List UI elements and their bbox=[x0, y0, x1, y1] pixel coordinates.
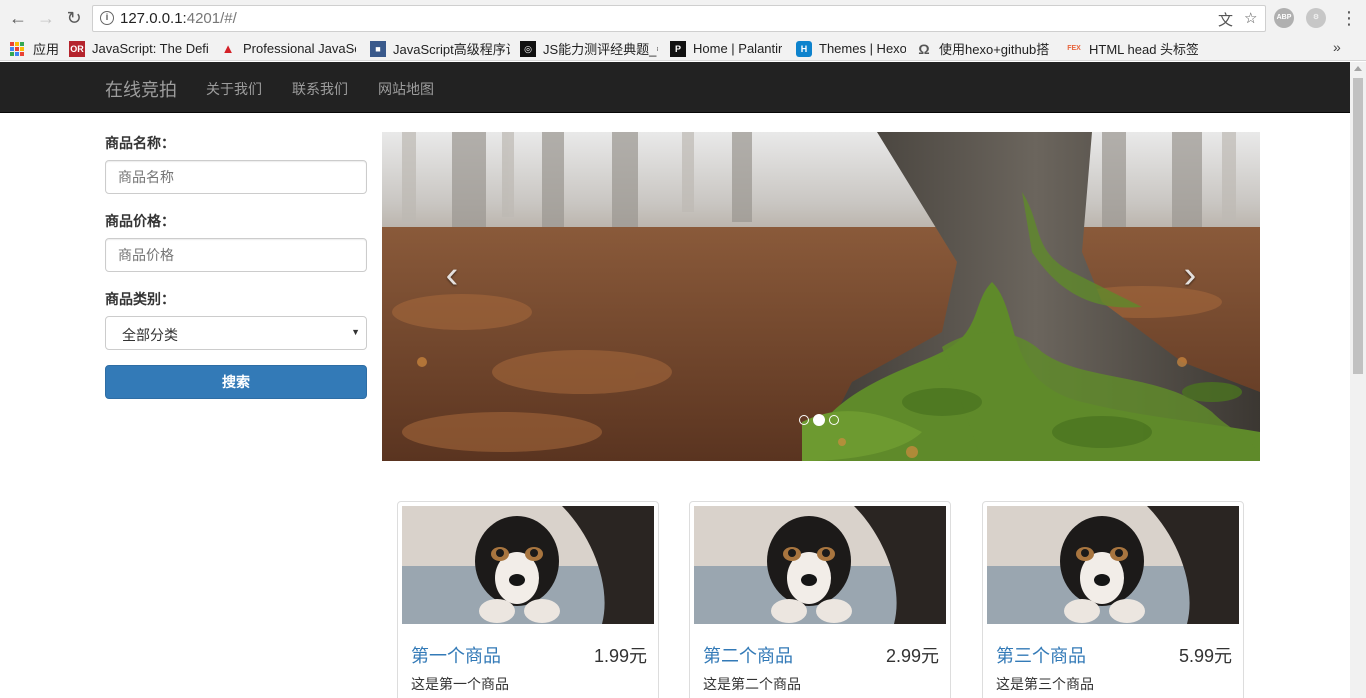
scrollbar-thumb[interactable] bbox=[1353, 78, 1363, 374]
bookmark-star-icon[interactable]: ☆ bbox=[1244, 9, 1257, 27]
carousel-indicator-3[interactable] bbox=[829, 415, 839, 425]
puppy-photo bbox=[402, 506, 654, 624]
top-navbar: 在线竞拍 关于我们 联系我们 网站地图 bbox=[0, 62, 1350, 113]
nav-contact[interactable]: 联系我们 bbox=[292, 79, 348, 99]
product-description: 这是第三个商品 bbox=[996, 676, 1094, 692]
carousel-prev-icon[interactable]: ‹ bbox=[432, 250, 472, 300]
adblock-extension-icon[interactable]: ABP bbox=[1274, 8, 1294, 28]
browser-menu-icon[interactable]: ⋮ bbox=[1340, 6, 1358, 30]
extension-icon[interactable]: ⚙ bbox=[1306, 8, 1326, 28]
product-price: 2.99元 bbox=[885, 646, 939, 666]
address-bar[interactable]: i 127.0.0.1:4201/#/ 文 ☆ bbox=[92, 5, 1266, 32]
product-title-link[interactable]: 第二个商品 bbox=[703, 642, 793, 668]
bookmarks-bar: 应用 OR JavaScript: The Defi ▲ Professiona… bbox=[0, 36, 1366, 61]
more-bookmarks-icon[interactable]: » bbox=[1333, 39, 1341, 55]
hexo-icon: H bbox=[796, 40, 812, 57]
bookmark-hexo-github[interactable]: Ω 使用hexo+github搭 bbox=[916, 40, 1056, 58]
nowcoder-icon: ◎ bbox=[520, 40, 536, 57]
url-text[interactable]: 127.0.0.1:4201/#/ bbox=[120, 10, 237, 27]
product-price: 5.99元 bbox=[1178, 646, 1232, 666]
nav-sitemap[interactable]: 网站地图 bbox=[378, 79, 434, 99]
product-category-select[interactable]: 全部分类 ▼ bbox=[105, 316, 367, 350]
brand-link[interactable]: 在线竞拍 bbox=[105, 76, 177, 102]
bookmark-nowcoder[interactable]: ◎ JS能力测评经典题_牛 bbox=[520, 40, 658, 57]
puppy-photo bbox=[987, 506, 1239, 624]
carousel-indicator-1[interactable] bbox=[799, 415, 809, 425]
product-card: 第三个商品 5.99元 这是第三个商品 bbox=[982, 501, 1244, 698]
product-price-input[interactable] bbox=[105, 238, 367, 272]
carousel-indicator-2[interactable] bbox=[813, 414, 825, 426]
product-name-input[interactable] bbox=[105, 160, 367, 194]
translate-icon[interactable]: 文 bbox=[1218, 9, 1233, 30]
chevron-down-icon: ▼ bbox=[351, 327, 360, 337]
bookmark-javascript-advanced[interactable]: ■ JavaScript高级程序设 bbox=[370, 40, 510, 57]
product-card: 第二个商品 2.99元 这是第二个商品 bbox=[689, 501, 951, 698]
oreilly-icon: OR bbox=[69, 40, 85, 57]
product-description: 这是第一个商品 bbox=[411, 676, 509, 692]
carousel-next-icon[interactable]: › bbox=[1170, 250, 1210, 300]
bookmark-hexo-themes[interactable]: H Themes | Hexo bbox=[796, 40, 906, 57]
palantir-icon: P bbox=[670, 40, 686, 57]
puppy-image[interactable] bbox=[402, 506, 654, 624]
forward-icon[interactable]: → bbox=[34, 6, 58, 30]
product-card: 第一个商品 1.99元 这是第一个商品 bbox=[397, 501, 659, 698]
bookmark-apps[interactable]: 应用 bbox=[10, 40, 62, 57]
image-carousel: ‹ › bbox=[382, 132, 1260, 461]
puppy-image[interactable] bbox=[987, 506, 1239, 624]
forest-tree-image bbox=[382, 132, 1260, 461]
carousel-indicators bbox=[799, 414, 839, 426]
category-selected-value: 全部分类 bbox=[122, 327, 178, 343]
bookmark-javascript-definitive[interactable]: OR JavaScript: The Defi bbox=[69, 40, 209, 57]
product-title-link[interactable]: 第一个商品 bbox=[411, 642, 501, 668]
wrox-icon: ▲ bbox=[221, 40, 235, 56]
browser-toolbar: ← → ↻ i 127.0.0.1:4201/#/ 文 ☆ ABP ⚙ ⋮ bbox=[0, 0, 1366, 36]
product-title-link[interactable]: 第三个商品 bbox=[996, 642, 1086, 668]
scroll-up-icon[interactable] bbox=[1354, 66, 1362, 71]
puppy-photo bbox=[694, 506, 946, 624]
bookmark-professional-javascript[interactable]: ▲ Professional JavaSc bbox=[220, 40, 356, 57]
product-category-label: 商品类别： bbox=[105, 291, 175, 307]
reload-icon[interactable]: ↻ bbox=[62, 6, 86, 30]
bookmark-html-head[interactable]: FEX HTML head 头标签 bbox=[1066, 40, 1198, 57]
page-scrollbar[interactable] bbox=[1350, 62, 1366, 698]
product-price: 1.99元 bbox=[593, 646, 647, 666]
bookmark-palantir[interactable]: P Home | Palantir bbox=[670, 40, 784, 57]
back-icon[interactable]: ← bbox=[6, 6, 30, 30]
nav-about[interactable]: 关于我们 bbox=[206, 79, 262, 99]
book-icon: ■ bbox=[370, 40, 386, 57]
product-price-label: 商品价格： bbox=[105, 213, 175, 229]
omega-icon: Ω bbox=[918, 40, 930, 57]
puppy-image[interactable] bbox=[694, 506, 946, 624]
apps-grid-icon bbox=[10, 41, 26, 56]
page-viewport: 在线竞拍 关于我们 联系我们 网站地图 商品名称： 商品价格： 商品类别： 全部… bbox=[0, 62, 1350, 698]
fex-icon: FEX bbox=[1067, 44, 1081, 52]
product-name-label: 商品名称： bbox=[105, 135, 175, 151]
search-button[interactable]: 搜索 bbox=[105, 365, 367, 399]
site-info-icon[interactable]: i bbox=[100, 11, 114, 25]
search-form: 商品名称： 商品价格： 商品类别： 全部分类 ▼ 搜索 bbox=[105, 133, 367, 399]
product-description: 这是第二个商品 bbox=[703, 676, 801, 692]
